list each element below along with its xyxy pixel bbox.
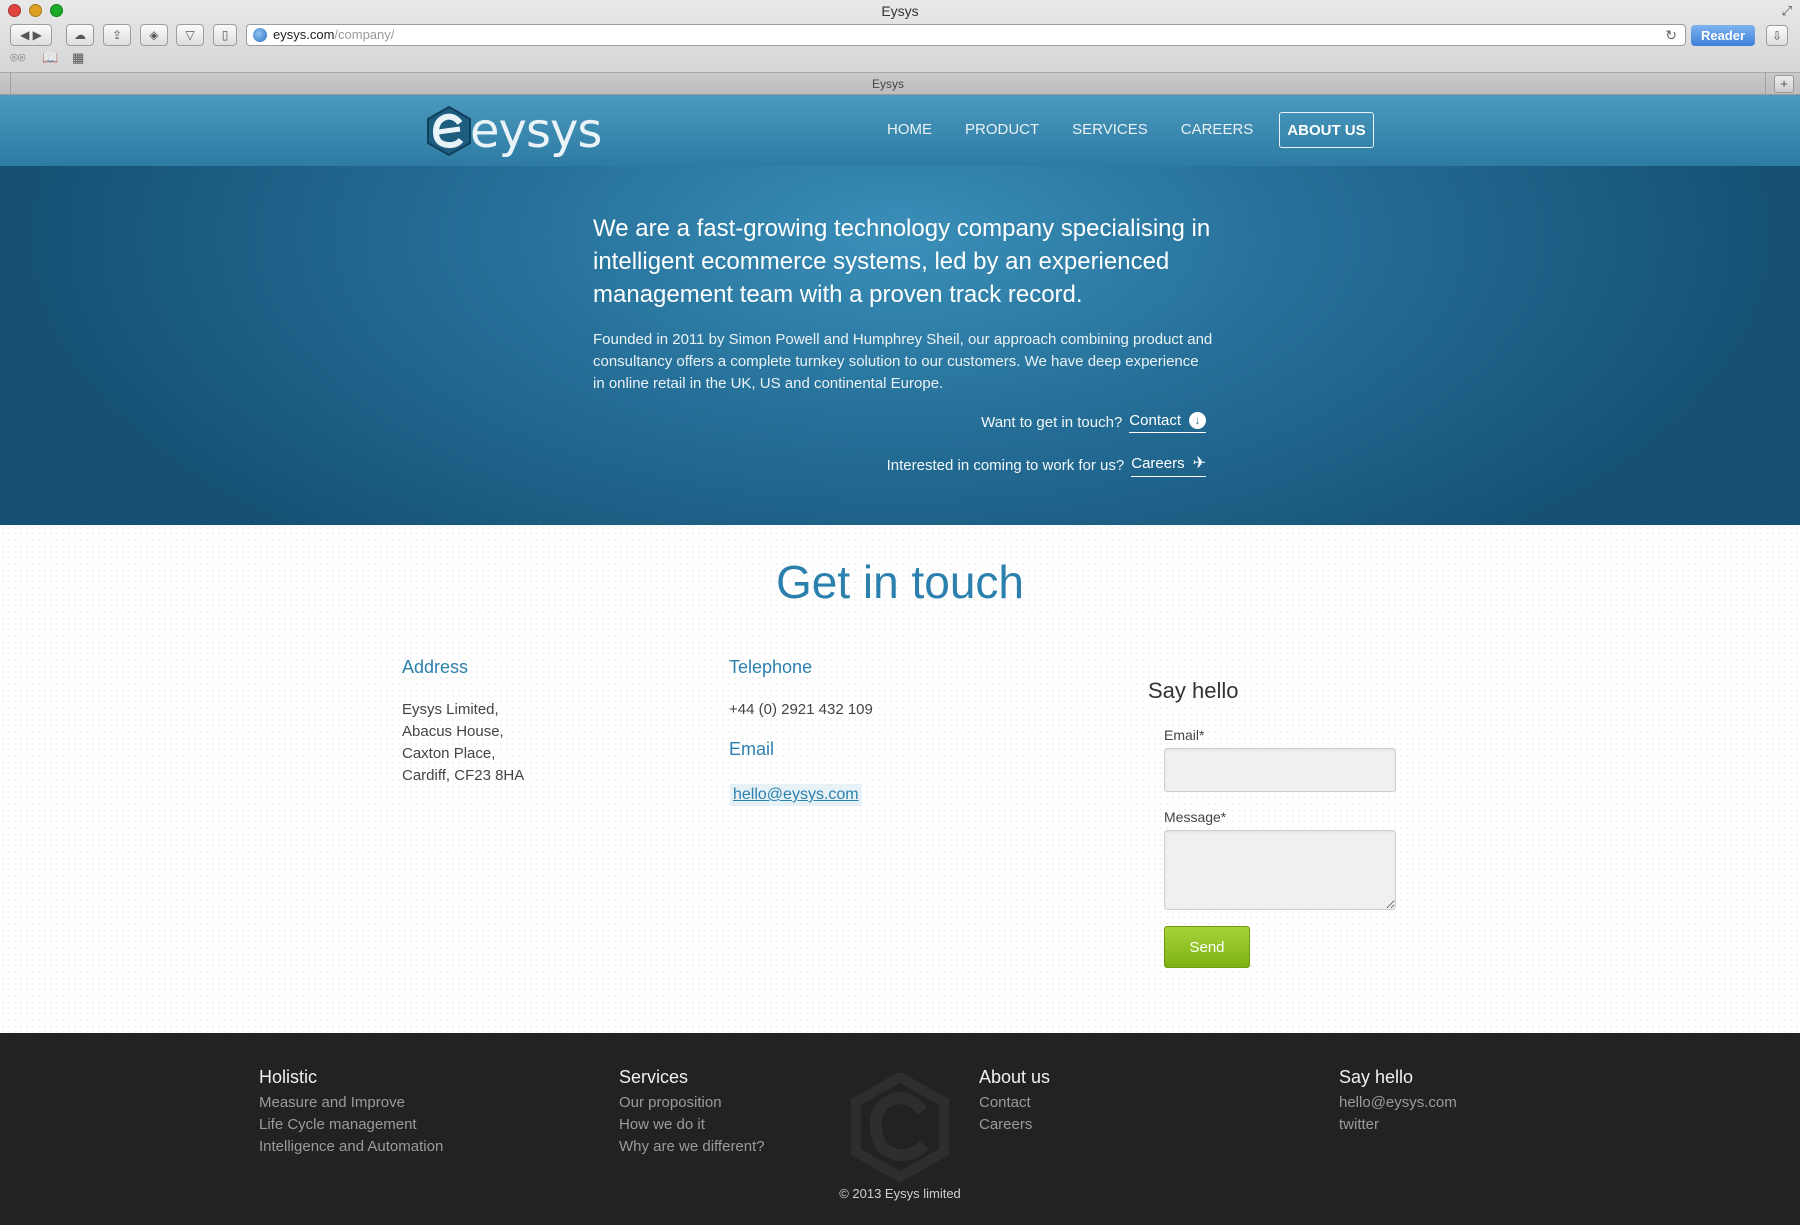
address-bar[interactable]: eysys.com/company/ ↻ [246,24,1686,46]
minimize-window-button[interactable] [29,4,42,17]
hero-section: We are a fast-growing technology company… [0,166,1800,525]
telephone-heading: Telephone [729,657,813,677]
bookmark-icon[interactable]: ▯ [213,24,237,46]
layers-icon[interactable]: ◈ [140,24,168,46]
footer-link[interactable]: Intelligence and Automation [259,1136,443,1158]
message-field-label: Message* [1164,809,1227,825]
footer-link[interactable]: Measure and Improve [259,1092,443,1114]
nav-about-us[interactable]: ABOUT US [1279,112,1374,148]
browser-toolbar: ◀ ▶ ☁ ⇪ ◈ ▽ ▯ eysys.com/company/ ↻ Reade… [0,22,1800,50]
hero-lead: We are a fast-growing technology company… [593,215,1211,308]
footer-heading: About us [979,1067,1051,1087]
share-icon[interactable]: ⇪ [103,24,131,46]
contact-link-label: Contact [1129,412,1181,429]
globe-icon [253,28,267,42]
tab-bar: Eysys + [0,72,1800,95]
message-field[interactable] [1164,830,1396,910]
email-heading: Email [729,739,775,759]
tab-eysys[interactable]: Eysys [10,73,1766,95]
contact-link[interactable]: Contact ↓ [1129,412,1206,433]
cloud-icon[interactable]: ☁ [66,24,94,46]
cta-careers-text: Interested in coming to work for us? [886,456,1125,474]
open-book-icon[interactable]: 📖 [42,50,58,66]
browser-chrome: Eysys ⤢ ◀ ▶ ☁ ⇪ ◈ ▽ ▯ eysys.com/company/… [0,0,1800,95]
plane-icon: ✈ [1192,455,1206,472]
footer-heading: Services [619,1067,689,1087]
site-header: eysys HOME PRODUCT SERVICES CAREERS ABOU… [0,95,1800,166]
footer-logo-mark-icon [851,1073,949,1183]
email-field-label: Email* [1164,727,1205,743]
footer-link[interactable]: Careers [979,1114,1050,1136]
window-title: Eysys [881,3,919,19]
nav-product[interactable]: PRODUCT [958,112,1046,148]
fullscreen-icon[interactable]: ⤢ [1782,3,1792,19]
contact-title: Get in touch [775,556,1025,608]
new-tab-button[interactable]: + [1774,75,1794,93]
footer-column-services: Services Our proposition How we do it Wh… [619,1067,765,1158]
site-footer: Holistic Measure and Improve Life Cycle … [0,1033,1800,1225]
email-field[interactable] [1164,748,1396,792]
close-window-button[interactable] [8,4,21,17]
address-block: Eysys Limited, Abacus House, Caxton Plac… [402,699,524,787]
footer-link[interactable]: Why are we different? [619,1136,765,1158]
back-icon[interactable]: ◀ [20,28,29,42]
cta-careers: Interested in coming to work for us? Car… [887,453,1206,477]
reload-icon[interactable]: ↻ [1665,25,1677,45]
footer-link[interactable]: Contact [979,1092,1050,1114]
address-line: Abacus House, [402,723,504,740]
back-forward-buttons: ◀ ▶ [10,24,52,46]
footer-link[interactable]: Our proposition [619,1092,765,1114]
forward-icon[interactable]: ▶ [33,28,42,42]
footer-column-about: About us Contact Careers [979,1067,1050,1136]
footer-link[interactable]: Life Cycle management [259,1114,443,1136]
grid-icon[interactable]: ▦ [72,50,84,66]
careers-link-label: Careers [1131,454,1185,472]
email-link[interactable]: hello@eysys.com [730,784,862,806]
arrow-down-circle-icon: ↓ [1189,412,1206,429]
main-nav: HOME PRODUCT SERVICES CAREERS ABOUT US [880,112,1374,148]
send-button[interactable]: Send [1164,926,1250,968]
address-line: Cardiff, CF23 8HA [402,767,525,784]
copyright: © 2013 Eysys limited [839,1186,961,1201]
site-logo[interactable]: eysys [424,103,602,159]
telephone-number: +44 (0) 2921 432 109 [729,701,873,718]
eysys-logo-icon [427,105,471,157]
contact-section: Get in touch Address Eysys Limited, Abac… [0,525,1800,1033]
address-heading: Address [402,657,469,677]
say-hello-heading: Say hello [1148,678,1239,703]
window-controls [8,4,63,17]
footer-link[interactable]: How we do it [619,1114,765,1136]
cta-contact-text: Want to get in touch? [981,414,1123,431]
footer-heading: Holistic [259,1067,318,1087]
download-icon[interactable]: ⇩ [1766,25,1788,46]
footer-column-say-hello: Say hello hello@eysys.com twitter [1339,1067,1457,1136]
hero-description: Founded in 2011 by Simon Powell and Hump… [593,331,1213,392]
cta-contact: Want to get in touch? Contact ↓ [981,412,1206,433]
reader-button[interactable]: Reader [1691,25,1755,46]
bookmarks-bar: ⌾⌾ 📖 ▦ [0,50,1800,70]
pocket-icon[interactable]: ▽ [176,24,204,46]
url-path: /company/ [334,27,395,42]
logo-text: eysys [470,103,602,159]
nav-home[interactable]: HOME [880,112,939,148]
address-line: Caxton Place, [402,745,496,762]
careers-link[interactable]: Careers ✈ [1131,453,1206,477]
footer-column-holistic: Holistic Measure and Improve Life Cycle … [259,1067,443,1158]
footer-heading: Say hello [1339,1067,1414,1087]
url-host: eysys.com [273,27,335,42]
footer-link[interactable]: twitter [1339,1114,1457,1136]
zoom-window-button[interactable] [50,4,63,17]
footer-link[interactable]: hello@eysys.com [1339,1092,1457,1114]
nav-services[interactable]: SERVICES [1065,112,1155,148]
address-line: Eysys Limited, [402,701,499,718]
reading-list-icon[interactable]: ⌾⌾ [10,50,26,66]
nav-careers[interactable]: CAREERS [1174,112,1261,148]
